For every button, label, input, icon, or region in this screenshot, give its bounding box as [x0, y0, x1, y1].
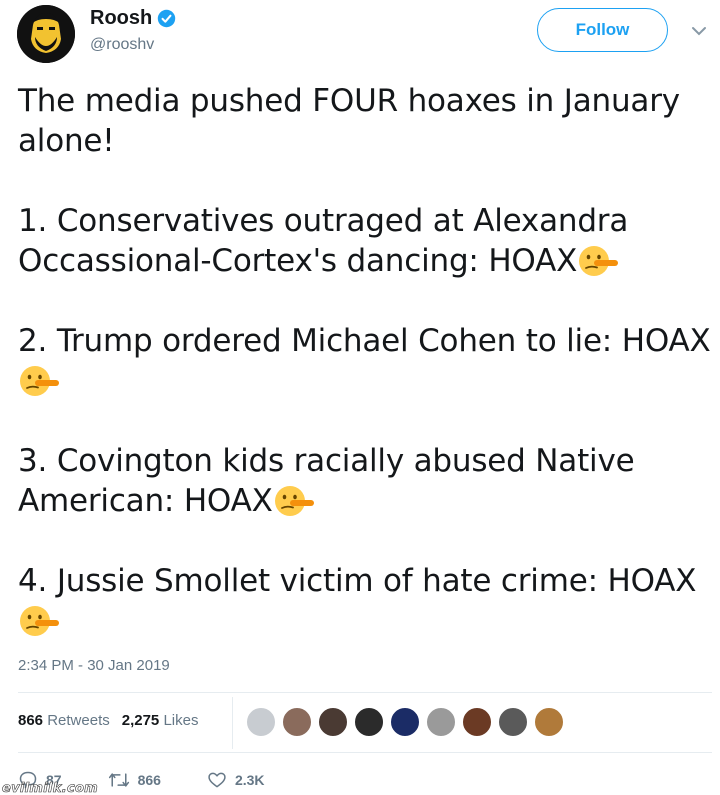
liker-avatar[interactable]	[462, 707, 492, 737]
avatar[interactable]	[17, 5, 75, 63]
divider	[18, 692, 712, 693]
lying-face-icon	[577, 244, 619, 278]
liker-avatar[interactable]	[426, 707, 456, 737]
liker-avatar[interactable]	[354, 707, 384, 737]
liker-avatar[interactable]	[282, 707, 312, 737]
follow-button[interactable]: Follow	[537, 8, 668, 52]
liker-avatar[interactable]	[498, 707, 528, 737]
tweet-paragraph: 3. Covington kids racially abused Native…	[18, 441, 713, 521]
tweet-paragraph: 2. Trump ordered Michael Cohen to lie: H…	[18, 321, 713, 401]
likes-count: 2,275	[121, 712, 160, 729]
like-button[interactable]: 2.3K	[207, 770, 265, 790]
tweet-paragraph-text: 2. Trump ordered Michael Cohen to lie: H…	[18, 323, 711, 359]
liker-avatar[interactable]	[390, 707, 420, 737]
tweet-paragraph-text: 4. Jussie Smollet victim of hate crime: …	[18, 563, 697, 599]
tweet-paragraph-text: 3. Covington kids racially abused Native…	[18, 443, 635, 519]
tweet-paragraph-text: The media pushed FOUR hoaxes in January …	[18, 83, 680, 159]
retweets-stat[interactable]: 866 Retweets	[18, 712, 110, 729]
divider	[18, 752, 712, 753]
lying-face-icon	[18, 604, 60, 638]
stats-divider	[232, 697, 233, 749]
tweet-paragraph-text: 1. Conservatives outraged at Alexandra O…	[18, 203, 629, 279]
display-name[interactable]: Roosh	[90, 7, 152, 30]
retweets-count: 866	[18, 712, 44, 729]
retweet-icon	[108, 773, 129, 787]
user-handle[interactable]: @rooshv	[90, 36, 154, 54]
retweets-label: Retweets	[47, 712, 110, 729]
like-count: 2.3K	[234, 772, 265, 788]
tweet-paragraph: 1. Conservatives outraged at Alexandra O…	[18, 201, 713, 281]
retweet-button[interactable]: 866	[108, 770, 161, 790]
lying-face-icon	[18, 364, 60, 398]
liker-avatar[interactable]	[318, 707, 348, 737]
liker-avatar[interactable]	[246, 707, 276, 737]
tweet-timestamp[interactable]: 2:34 PM - 30 Jan 2019	[18, 657, 170, 674]
likes-label: Likes	[163, 712, 199, 729]
tweet-paragraph: 4. Jussie Smollet victim of hate crime: …	[18, 561, 713, 641]
tweet-paragraph: The media pushed FOUR hoaxes in January …	[18, 81, 713, 161]
lying-face-icon	[273, 484, 315, 518]
verified-badge-icon	[158, 9, 176, 28]
likes-stat[interactable]: 2,275 Likes	[122, 712, 199, 729]
tweet-text: The media pushed FOUR hoaxes in January …	[18, 81, 713, 641]
liker-avatars	[246, 707, 570, 737]
tweet-header: Roosh @rooshv Follow	[0, 0, 720, 70]
watermark: evilmilk.com	[2, 781, 99, 795]
chevron-down-icon[interactable]	[691, 25, 707, 37]
heart-icon	[208, 772, 226, 788]
retweet-count: 866	[137, 772, 161, 788]
tweet-stats: 866 Retweets 2,275 Likes	[18, 712, 198, 729]
liker-avatar[interactable]	[534, 707, 564, 737]
